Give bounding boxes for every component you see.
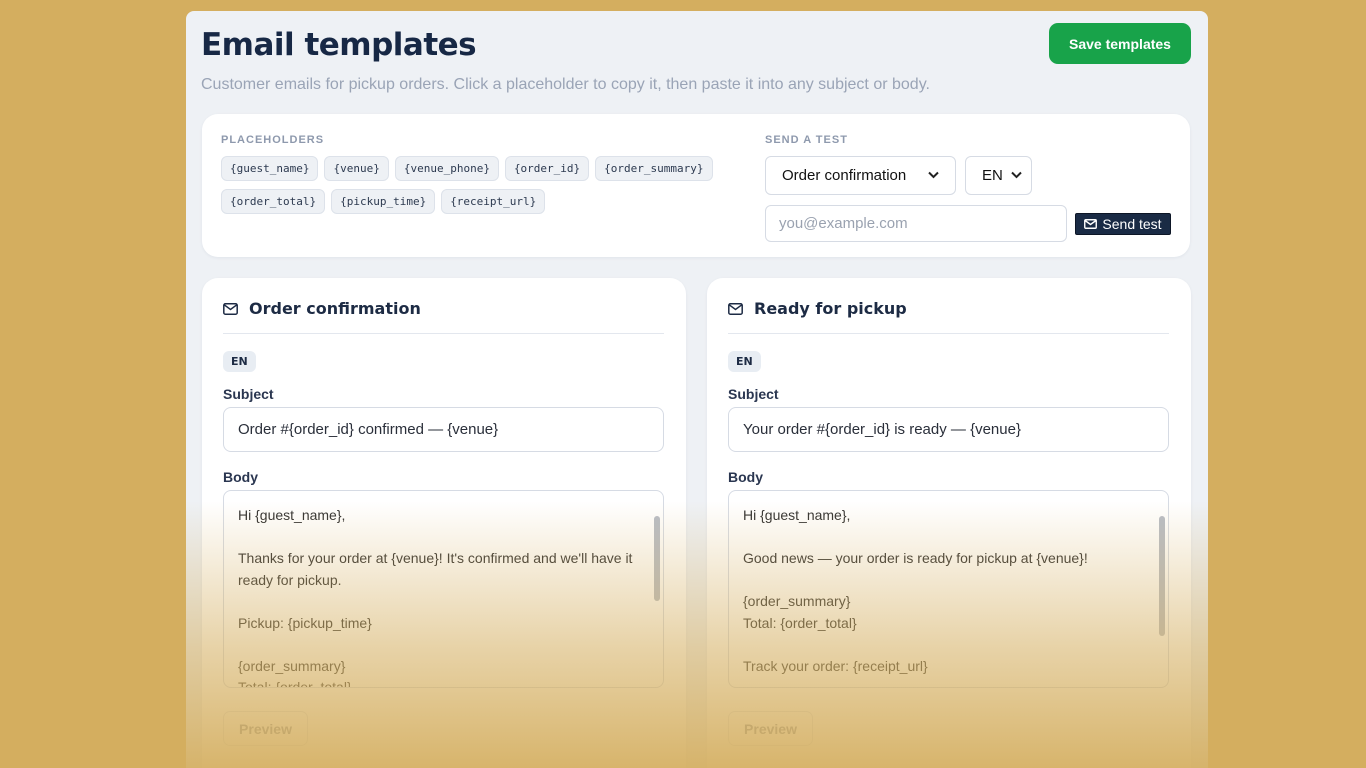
page-subtitle: Customer emails for pickup orders. Click… — [201, 76, 930, 93]
body-scrollbar[interactable] — [654, 516, 660, 601]
body-label: Body — [223, 469, 258, 485]
email-templates-panel: Email templates Save templates Customer … — [186, 11, 1208, 768]
save-templates-button[interactable]: Save templates — [1049, 23, 1191, 64]
template-card-ready-for-pickup: Ready for pickup EN Subject Body Hi {gue… — [707, 278, 1191, 768]
send-test-label-text: Send test — [1102, 216, 1162, 232]
mail-icon — [728, 298, 744, 320]
template-card-header: Order confirmation — [223, 298, 664, 334]
subject-label: Subject — [223, 386, 274, 402]
body-label: Body — [728, 469, 763, 485]
test-email-input[interactable] — [765, 205, 1067, 242]
placeholders-label: PLACEHOLDERS — [221, 134, 325, 146]
placeholder-chip[interactable]: {venue_phone} — [394, 156, 499, 181]
subject-input[interactable] — [728, 407, 1169, 452]
placeholders-and-test-card: PLACEHOLDERS {guest_name} {venue} {venue… — [202, 114, 1190, 257]
test-template-select[interactable]: Order confirmation — [765, 156, 956, 195]
chevron-down-icon — [928, 170, 939, 182]
body-textarea[interactable]: Hi {guest_name}, Thanks for your order a… — [223, 490, 664, 688]
template-title: Order confirmation — [249, 299, 421, 318]
placeholder-chip[interactable]: {receipt_url} — [441, 189, 546, 214]
template-title: Ready for pickup — [754, 299, 907, 318]
test-language-value: EN — [982, 167, 1003, 184]
test-language-select[interactable]: EN — [965, 156, 1032, 195]
send-test-button[interactable]: Send test — [1075, 213, 1171, 235]
language-badge: EN — [223, 351, 256, 372]
page-title: Email templates — [201, 27, 477, 63]
placeholder-chip[interactable]: {order_summary} — [595, 156, 713, 181]
subject-input[interactable] — [223, 407, 664, 452]
chevron-down-icon — [1011, 170, 1022, 182]
placeholder-chip[interactable]: {venue} — [324, 156, 389, 181]
placeholder-chip[interactable]: {order_total} — [221, 189, 326, 214]
placeholder-chips: {guest_name} {venue} {venue_phone} {orde… — [221, 156, 751, 214]
preview-button[interactable]: Preview — [223, 711, 308, 746]
body-scrollbar[interactable] — [1159, 516, 1165, 636]
placeholder-chip[interactable]: {pickup_time} — [331, 189, 436, 214]
preview-button[interactable]: Preview — [728, 711, 813, 746]
test-template-value: Order confirmation — [782, 167, 907, 184]
mail-icon — [223, 298, 239, 320]
language-badge: EN — [728, 351, 761, 372]
body-textarea[interactable]: Hi {guest_name}, Good news — your order … — [728, 490, 1169, 688]
placeholder-chip[interactable]: {order_id} — [504, 156, 590, 181]
mail-icon — [1084, 216, 1098, 232]
send-test-label: SEND A TEST — [765, 134, 848, 146]
template-card-order-confirmation: Order confirmation EN Subject Body Hi {g… — [202, 278, 686, 768]
placeholder-chip[interactable]: {guest_name} — [221, 156, 319, 181]
subject-label: Subject — [728, 386, 779, 402]
template-card-header: Ready for pickup — [728, 298, 1169, 334]
